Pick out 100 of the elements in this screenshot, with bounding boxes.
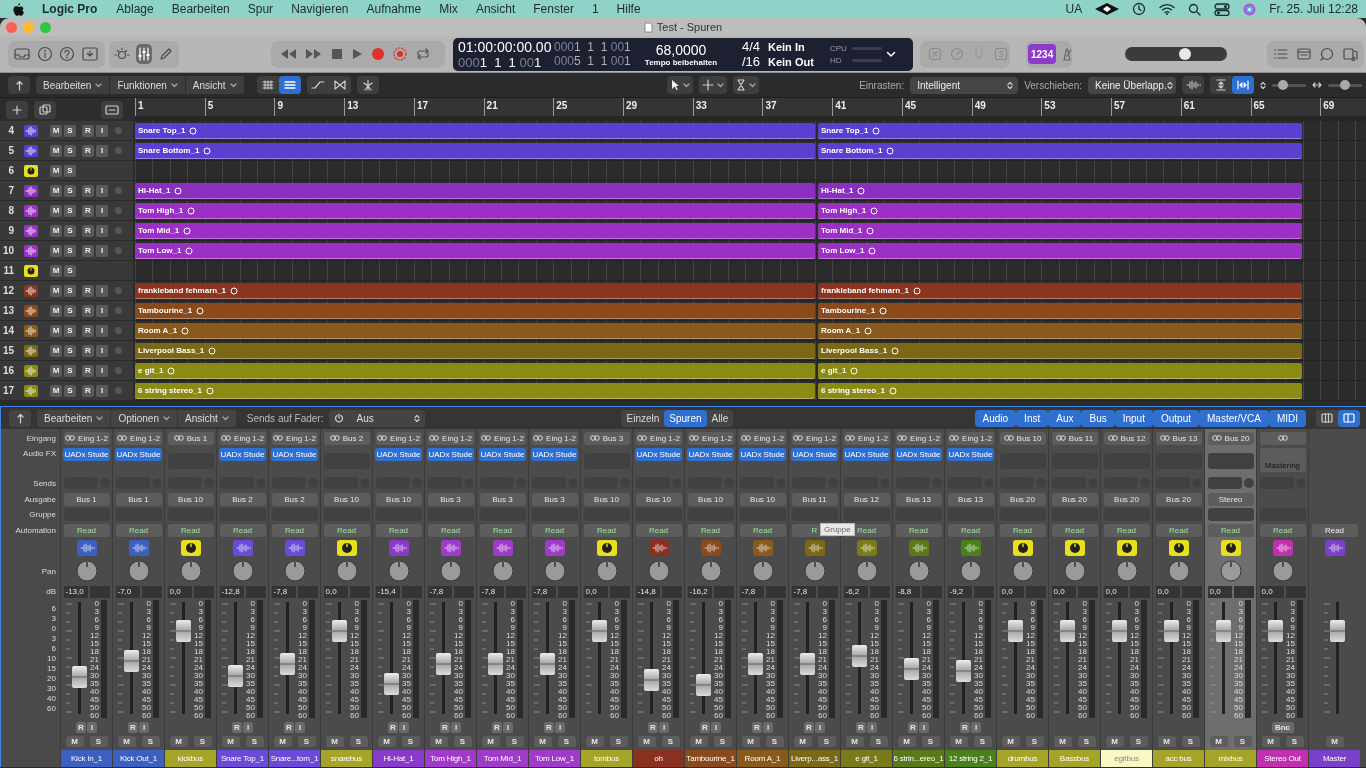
plugin-slot[interactable]: UADx Stude	[791, 448, 838, 461]
channel-name[interactable]: Liverp...ass_1	[789, 750, 840, 767]
fader-handle[interactable]	[1268, 620, 1283, 643]
layout-button[interactable]	[1338, 409, 1360, 427]
channel-button[interactable]: R	[700, 722, 710, 733]
track-button[interactable]: S	[64, 284, 76, 297]
track-button[interactable]: M	[50, 224, 62, 237]
volume-readout[interactable]: -7,8	[739, 585, 764, 598]
track-button[interactable]: S	[64, 264, 76, 277]
capture-record-icon[interactable]	[393, 47, 407, 61]
track-button[interactable]: S	[64, 124, 76, 137]
track-button[interactable]: I	[96, 184, 108, 197]
channel-button[interactable]: M	[1157, 735, 1176, 747]
volume-readout[interactable]: 0,0	[1051, 585, 1076, 598]
channel-button[interactable]: R	[752, 722, 762, 733]
channel-button[interactable]: M	[533, 735, 552, 747]
back-button[interactable]	[9, 409, 31, 427]
track-button[interactable]: I	[96, 364, 108, 377]
input-slot[interactable]: Eing 1-2	[895, 431, 942, 445]
output-slot[interactable]: Bus 2	[271, 492, 318, 506]
channel-button[interactable]: I	[243, 722, 253, 733]
channel-button[interactable]: R	[388, 722, 398, 733]
track-button[interactable]: R	[82, 344, 94, 357]
track-button[interactable]: M	[50, 144, 62, 157]
group-slot[interactable]	[1207, 508, 1254, 521]
audio-channel-icon[interactable]	[700, 540, 721, 556]
track-button[interactable]: R	[82, 144, 94, 157]
output-slot[interactable]: Bus 20	[999, 492, 1046, 506]
crosshair-tool-button[interactable]	[698, 76, 727, 94]
volume-readout[interactable]: 0,0	[1103, 585, 1128, 598]
aux-channel-icon[interactable]	[1168, 540, 1189, 556]
pan-knob[interactable]	[1167, 560, 1190, 582]
pan-knob[interactable]	[1219, 560, 1242, 582]
pan-knob[interactable]	[179, 560, 202, 582]
channel-button[interactable]: M	[1261, 735, 1280, 747]
apple-icon[interactable]	[12, 2, 24, 16]
audio-region[interactable]: Hi-Hat_1	[135, 183, 815, 199]
fader-handle[interactable]	[436, 652, 451, 675]
output-slot[interactable]: Bus 10	[687, 492, 734, 506]
channel-button[interactable]: M	[637, 735, 656, 747]
channel-button[interactable]: S	[921, 735, 940, 747]
waveform-zoom-button[interactable]	[1182, 76, 1204, 94]
channel-button[interactable]: R	[648, 722, 658, 733]
channel-button[interactable]: S	[401, 735, 420, 747]
channel-name[interactable]: Master	[1309, 750, 1360, 767]
input-slot[interactable]: Eing 1-2	[271, 431, 318, 445]
pan-knob[interactable]	[647, 560, 670, 582]
automation-mode-button[interactable]: Read	[219, 523, 266, 537]
channel-name[interactable]: 12 string 2_1	[945, 750, 996, 767]
track-button[interactable]: R	[82, 304, 94, 317]
automation-mode-button[interactable]: Read	[635, 523, 682, 537]
send-knob[interactable]	[1243, 478, 1254, 488]
track-button[interactable]: M	[50, 324, 62, 337]
automation-mode-button[interactable]: Read	[115, 523, 162, 537]
list-icon[interactable]	[1273, 47, 1289, 61]
pan-knob[interactable]	[1011, 560, 1034, 582]
channel-button[interactable]: M	[689, 735, 708, 747]
back-button[interactable]	[8, 76, 30, 94]
audio-channel-icon[interactable]	[76, 540, 97, 556]
input-slot[interactable]: Eing 1-2	[531, 431, 578, 445]
fader-handle[interactable]	[748, 652, 763, 675]
channel-button[interactable]: M	[377, 735, 396, 747]
plugin-slot[interactable]: UADx Stude	[895, 448, 942, 461]
bar-ruler[interactable]: 1 5 9 13 17 21 25 29 33 37 41 45 49 53 57 61 65 69	[135, 98, 1366, 121]
aux-channel-icon[interactable]	[1116, 540, 1137, 556]
lcd-display[interactable]: 01:00:00:00.00 0001 1 1 001 0001 1 1 001 0005 1 1 001 68,0000 Tempo beibehalten 4/4 /16 Kein In Kein Out CPU HD	[453, 37, 913, 71]
menu-button[interactable]: Optionen	[111, 409, 178, 427]
channel-button[interactable]: S	[661, 735, 680, 747]
menu-button[interactable]: Funktionen	[110, 76, 186, 94]
automation-mode-button[interactable]: Read	[375, 523, 422, 537]
volume-readout[interactable]: -14,8	[635, 585, 660, 598]
filter-button[interactable]: MIDI	[1268, 409, 1306, 427]
filter-button[interactable]: Bus	[1081, 409, 1115, 427]
volume-readout[interactable]: 0,0	[1207, 585, 1232, 598]
channel-button[interactable]: I	[503, 722, 513, 733]
aux-channel-icon[interactable]	[1220, 540, 1241, 556]
plugin-slot[interactable]: UADx Stude	[531, 448, 578, 461]
fader-handle[interactable]	[644, 669, 659, 692]
toggles-icon[interactable]	[1214, 2, 1231, 16]
view-mode-button[interactable]	[278, 76, 301, 94]
channel-name[interactable]: Hi-Hat_1	[373, 750, 424, 767]
plugin-slot[interactable]: UADx Stude	[739, 448, 786, 461]
channel-button[interactable]: M	[1325, 735, 1344, 747]
menu-item[interactable]: 1	[582, 2, 608, 16]
audio-channel-icon[interactable]	[388, 540, 409, 556]
fader-handle[interactable]	[904, 658, 919, 681]
channel-button[interactable]: R	[960, 722, 970, 733]
notes-icon[interactable]	[1342, 47, 1360, 61]
volume-readout[interactable]: -7,8	[479, 585, 504, 598]
pan-knob[interactable]	[959, 560, 982, 582]
track-button[interactable]: M	[50, 264, 62, 277]
view-tab[interactable]: Einzeln	[621, 409, 665, 427]
input-slot[interactable]: Bus 1	[167, 431, 214, 445]
automation-mode-button[interactable]: Read	[895, 523, 942, 537]
channel-button[interactable]: M	[169, 735, 188, 747]
zoom-slider[interactable]	[1328, 83, 1362, 87]
channel-button[interactable]: R	[804, 722, 814, 733]
volume-readout[interactable]: -16,2	[687, 585, 712, 598]
channel-button[interactable]: I	[815, 722, 825, 733]
input-slot[interactable]: Bus 2	[323, 431, 370, 445]
